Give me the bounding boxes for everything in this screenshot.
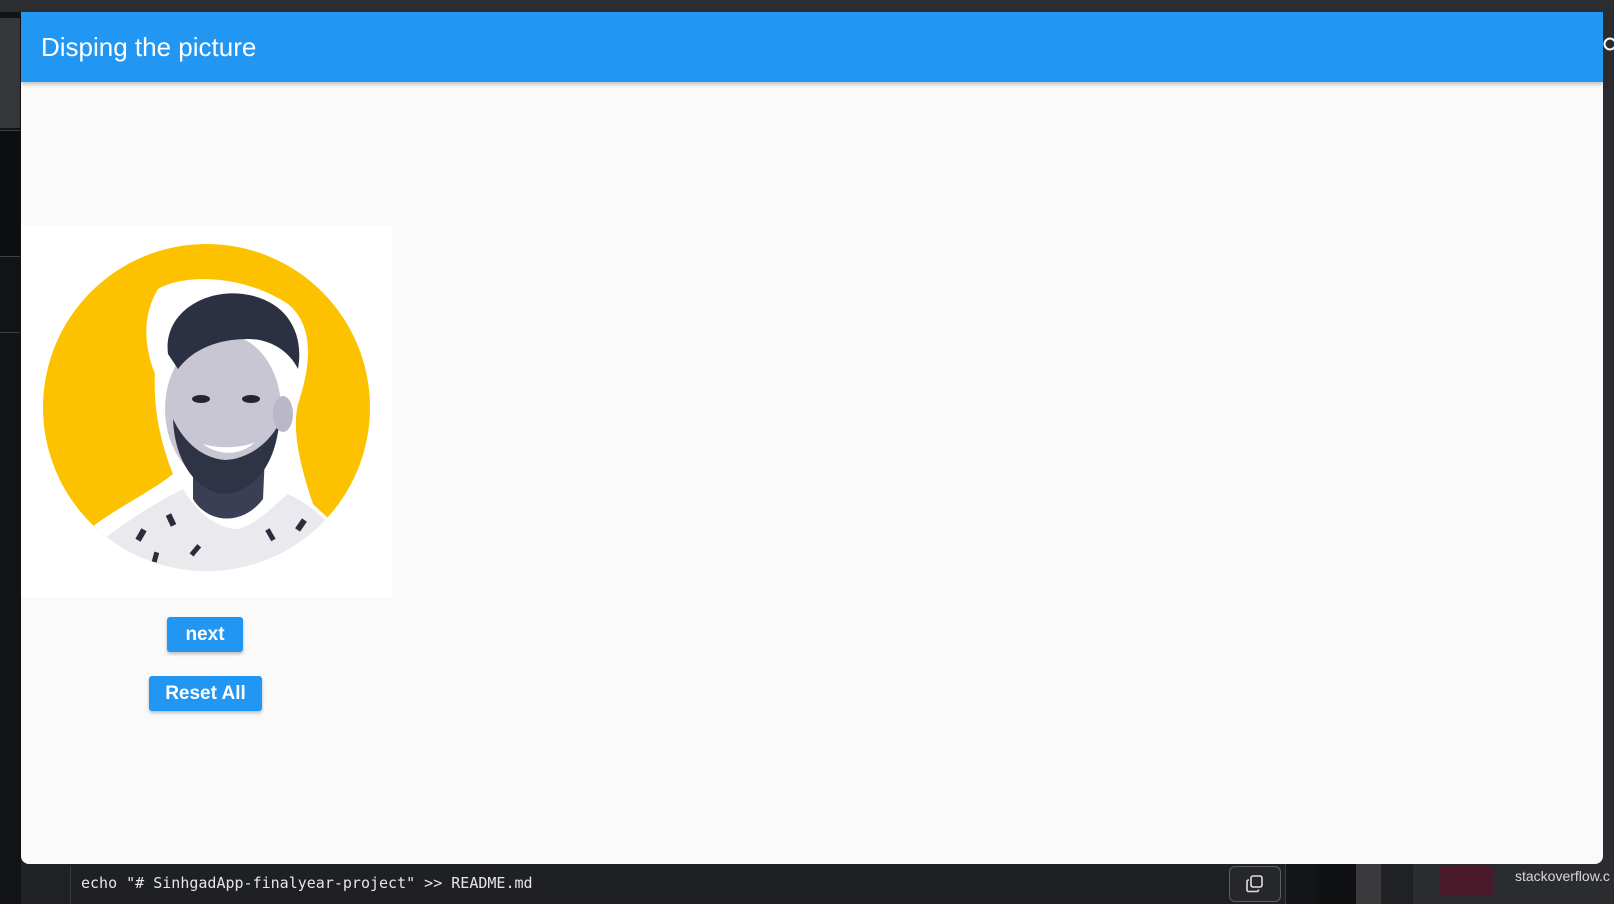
code-line: echo "# SinhgadApp-finalyear-project" >>… [81, 874, 533, 892]
app-bar: Disping the picture [21, 12, 1603, 82]
app-window: Disping the picture next Reset All [21, 12, 1603, 864]
background-title-bar [0, 0, 1614, 12]
copy-button[interactable] [1229, 866, 1281, 902]
background-panel-block [1285, 864, 1316, 904]
next-button[interactable]: next [167, 617, 243, 652]
link-text: stackoverflow.c [1515, 868, 1610, 884]
background-code-block: echo "# SinhgadApp-finalyear-project" >>… [70, 866, 1286, 904]
desktop-screen: echo "# SinhgadApp-finalyear-project" >>… [0, 0, 1614, 904]
person-silhouette-icon [83, 279, 353, 571]
background-panel-block [0, 130, 20, 257]
search-icon[interactable] [1600, 36, 1614, 56]
background-link-card[interactable]: stackoverflow.c [1413, 858, 1614, 904]
link-thumbnail [1439, 866, 1494, 896]
background-right-panel [1603, 12, 1614, 904]
page-title: Disping the picture [41, 32, 257, 62]
background-panel-block [0, 257, 20, 333]
profile-photo [43, 244, 370, 571]
reset-all-button[interactable]: Reset All [149, 676, 262, 711]
picture-container [21, 226, 392, 597]
background-panel-block [1316, 864, 1356, 904]
copy-icon [1246, 875, 1263, 893]
background-panel-block [1356, 864, 1381, 904]
background-panel-block [0, 18, 20, 128]
